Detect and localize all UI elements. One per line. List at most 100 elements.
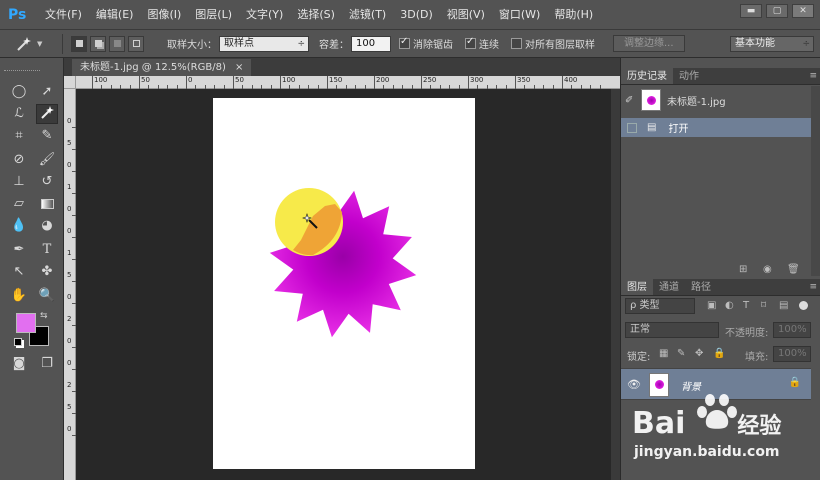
quick-mask-button[interactable]: ◙ — [8, 354, 30, 374]
trash-icon[interactable]: 🗑 — [787, 264, 800, 275]
new-selection-button[interactable] — [71, 35, 87, 52]
pen-tool[interactable]: ✒ — [8, 240, 30, 260]
history-brush-tool[interactable]: ↺ — [36, 172, 58, 192]
filter-toggle[interactable] — [799, 301, 808, 310]
refine-edge-button[interactable]: 调整边缘... — [613, 35, 685, 52]
crop-tool[interactable]: ⌗ — [8, 126, 30, 146]
menu-view[interactable]: 视图(V) — [440, 0, 492, 30]
document-tab-close-icon[interactable]: × — [235, 62, 243, 73]
add-selection-button[interactable] — [90, 35, 106, 52]
tab-actions[interactable]: 动作 — [673, 68, 705, 84]
default-colors-icon[interactable] — [14, 338, 22, 346]
ruler-minor-tick — [505, 85, 507, 89]
menu-file[interactable]: 文件(F) — [38, 0, 89, 30]
lock-image-icon[interactable]: ✎ — [677, 348, 685, 359]
filter-pixel-icon[interactable]: ▣ — [707, 300, 716, 311]
dodge-tool[interactable]: ◕ — [36, 216, 58, 236]
menu-image[interactable]: 图像(I) — [140, 0, 188, 30]
magic-wand-tool[interactable] — [36, 104, 58, 124]
path-selection-tool[interactable]: ↖ — [8, 262, 30, 282]
tab-history[interactable]: 历史记录 — [621, 68, 673, 84]
ruler-minor-tick — [129, 85, 131, 89]
menu-type[interactable]: 文字(Y) — [239, 0, 290, 30]
blur-tool[interactable]: 💧 — [8, 216, 30, 236]
history-state-row[interactable]: ▤ 打开 — [621, 118, 811, 137]
panel-menu-icon[interactable]: ≡ — [809, 71, 817, 81]
ruler-minor-tick — [402, 85, 404, 89]
blend-mode-select[interactable]: 正常 — [625, 322, 719, 338]
subtract-selection-button[interactable] — [109, 35, 125, 52]
ruler-tick — [92, 76, 93, 89]
ruler-origin[interactable] — [64, 76, 76, 89]
hand-tool[interactable]: ✋ — [8, 286, 30, 306]
intersect-selection-button[interactable] — [128, 35, 144, 52]
move-tool[interactable]: ➚ — [36, 82, 58, 102]
document-tab[interactable]: 未标题-1.jpg @ 12.5%(RGB/8) × — [72, 59, 252, 76]
elliptical-marquee-tool[interactable]: ◯ — [8, 82, 30, 102]
foreground-color-swatch[interactable] — [16, 313, 36, 333]
zoom-tool[interactable]: 🔍 — [36, 286, 58, 306]
lasso-tool[interactable]: ℒ — [8, 104, 30, 124]
maximize-button[interactable]: ▢ — [766, 4, 788, 18]
filter-smart-object-icon[interactable]: ▤ — [779, 300, 788, 311]
eraser-tool[interactable]: ▱ — [8, 194, 30, 214]
sample-size-select[interactable]: 取样点 — [219, 35, 309, 52]
type-tool[interactable]: T — [36, 240, 58, 260]
custom-shape-tool[interactable]: ✤ — [36, 262, 58, 282]
brush-tool[interactable]: 🖌 — [36, 150, 58, 170]
ruler-tick — [421, 76, 422, 89]
ruler-minor-tick — [110, 85, 112, 89]
opacity-input[interactable]: 100% — [773, 322, 811, 338]
menu-edit[interactable]: 编辑(E) — [89, 0, 141, 30]
lock-position-icon[interactable]: ✥ — [695, 348, 703, 359]
new-document-from-state-icon[interactable]: ⊞ — [739, 264, 747, 275]
lock-transparent-icon[interactable]: ▦ — [659, 348, 668, 359]
ruler-tick — [327, 76, 328, 89]
menu-filter[interactable]: 滤镜(T) — [342, 0, 393, 30]
tab-layers[interactable]: 图层 — [621, 279, 653, 295]
history-state-checkbox[interactable] — [627, 122, 637, 133]
contiguous-checkbox[interactable] — [465, 36, 476, 49]
image-canvas[interactable] — [213, 98, 475, 469]
menu-window[interactable]: 窗口(W) — [492, 0, 547, 30]
toolbox-grip[interactable] — [4, 70, 40, 72]
horizontal-ruler[interactable]: 100 50 0 50 100 150 200 250 300 350 400 — [76, 76, 620, 89]
filter-type-icon[interactable]: T — [743, 300, 749, 311]
gradient-tool[interactable] — [36, 194, 58, 214]
eyedropper-tool[interactable]: ✎ — [36, 126, 58, 146]
layers-panel-menu-icon[interactable]: ≡ — [809, 282, 817, 292]
antialias-checkbox[interactable] — [399, 36, 410, 49]
vertical-ruler[interactable]: 0 5 0 1 0 0 1 5 0 2 0 0 2 5 0 — [64, 89, 76, 480]
screen-mode-button[interactable]: ❐ — [36, 354, 58, 374]
vertical-scrollbar[interactable] — [611, 89, 620, 480]
tab-channels[interactable]: 通道 — [653, 279, 685, 295]
new-selection-icon — [75, 40, 83, 47]
camera-icon[interactable]: ◉ — [763, 264, 772, 275]
menu-select[interactable]: 选择(S) — [290, 0, 342, 30]
swap-colors-icon[interactable]: ⇆ — [40, 311, 48, 321]
ruler-minor-tick — [176, 85, 178, 89]
fill-input[interactable]: 100% — [773, 346, 811, 362]
hand-icon: ✋ — [10, 288, 28, 303]
sample-all-layers-checkbox[interactable] — [511, 38, 522, 49]
close-button[interactable]: ✕ — [792, 4, 814, 18]
tab-paths[interactable]: 路径 — [685, 279, 717, 295]
history-brush-source-icon: ✐ — [625, 94, 634, 106]
panel-scrollbar[interactable] — [811, 86, 820, 276]
tool-preset-picker[interactable]: ▼ — [14, 33, 56, 55]
tolerance-input[interactable]: 100 — [351, 35, 391, 52]
history-snapshot[interactable]: ✐ 未标题-1.jpg — [625, 87, 815, 113]
watermark-url: jingyan.baidu.com — [634, 444, 780, 460]
lock-all-icon[interactable]: 🔒 — [713, 348, 725, 359]
layer-filter-select[interactable]: ρ 类型 — [625, 298, 695, 314]
spot-healing-tool[interactable]: ⊘ — [8, 150, 30, 170]
menu-help[interactable]: 帮助(H) — [547, 0, 600, 30]
workspace-select[interactable]: 基本功能 — [730, 35, 814, 52]
clone-stamp-tool[interactable]: ⊥ — [8, 172, 30, 192]
ruler-minor-tick — [157, 85, 159, 89]
menu-layer[interactable]: 图层(L) — [188, 0, 239, 30]
filter-adjustment-icon[interactable]: ◐ — [725, 300, 734, 311]
filter-shape-icon[interactable]: ⌑ — [761, 300, 766, 311]
minimize-button[interactable]: ▬ — [740, 4, 762, 18]
menu-3d[interactable]: 3D(D) — [393, 0, 440, 30]
